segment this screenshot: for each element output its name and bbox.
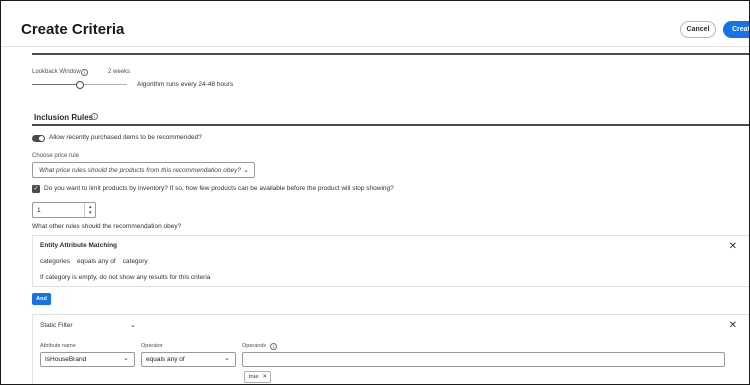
operator-select[interactable]: equals any of ⌄ [141, 352, 236, 367]
attribute-name-select[interactable]: IsHouseBrand ⌄ [40, 352, 135, 367]
toggle-knob [39, 136, 44, 141]
lookback-slider-fill [32, 84, 80, 85]
algorithm-note: Algorithm runs every 24-48 hours [137, 81, 234, 88]
chevron-down-icon: ⌄ [224, 355, 230, 362]
operand-chip: true ✕ [244, 371, 271, 383]
allow-recent-toggle[interactable] [32, 135, 45, 142]
operands-label: Operands [242, 343, 267, 349]
close-icon[interactable]: ✕ [729, 320, 737, 331]
filter-type-label[interactable]: Static Filter [40, 322, 73, 329]
other-rules-label: What other rules should the recommendati… [32, 223, 182, 230]
attribute-name-label: Attribute name [40, 343, 76, 349]
rule-operator: equals any of [77, 258, 116, 265]
limit-inventory-checkbox[interactable]: ✓ [32, 185, 40, 193]
cancel-button[interactable]: Cancel [680, 21, 716, 38]
rule-attribute: categories [40, 258, 70, 265]
section-divider [32, 53, 749, 55]
quantity-stepper[interactable]: ▲ ▼ [84, 203, 96, 217]
lookback-window-label: Lookback Window [32, 69, 81, 75]
chevron-down-icon[interactable]: ⌄ [130, 321, 136, 329]
chevron-up-icon[interactable]: ▲ [88, 204, 92, 209]
attribute-name-value: IsHouseBrand [45, 356, 87, 363]
create-button[interactable]: Create [723, 21, 749, 38]
entity-attribute-matching-card: Entity Attribute Matching ✕ categories e… [32, 235, 749, 287]
allow-recent-label: Allow recently purchased items to be rec… [49, 134, 202, 141]
page-title: Create Criteria [21, 21, 125, 38]
inclusion-rules-title: Inclusion Rules [34, 113, 94, 122]
operator-value: equals any of [146, 356, 185, 363]
inventory-value: 1 [37, 207, 41, 214]
rule-summary: categories equals any of category [40, 258, 148, 265]
rule-value: category [122, 258, 148, 265]
static-filter-card: Static Filter ⌄ ✕ Attribute name IsHouse… [32, 314, 749, 384]
price-rule-placeholder: What price rules should the products fro… [39, 167, 241, 174]
close-icon[interactable]: ✕ [262, 374, 267, 380]
price-rule-select[interactable]: What price rules should the products fro… [32, 162, 255, 178]
operand-chip-label: true [249, 374, 259, 380]
chevron-down-icon: ⌄ [123, 355, 129, 362]
rule-note: If category is empty, do not show any re… [40, 274, 211, 281]
inclusion-rules-heading: Inclusion Rules [34, 113, 93, 122]
inventory-number-field[interactable]: 1 ▲ ▼ [32, 202, 96, 218]
lookback-window-value: 2 weeks [108, 69, 131, 75]
info-icon[interactable]: i [270, 342, 277, 350]
app-window: Create Criteria Cancel Create Lookback W… [0, 0, 750, 385]
limit-inventory-label: Do you want to limit products by invento… [44, 185, 394, 192]
lookback-slider-handle[interactable] [75, 81, 84, 89]
close-icon[interactable]: ✕ [729, 241, 737, 252]
info-icon[interactable]: i [91, 113, 98, 120]
chevron-down-icon[interactable]: ▼ [88, 210, 92, 215]
chevron-down-icon: ⌄ [243, 167, 249, 174]
and-button[interactable]: And [32, 293, 51, 305]
card-title: Entity Attribute Matching [40, 242, 118, 249]
criteria-form: Lookback Window i 2 weeks Algorithm runs… [32, 53, 749, 384]
page-header: Create Criteria Cancel Create [1, 1, 749, 47]
info-icon[interactable]: i [81, 68, 88, 76]
section-divider [32, 124, 749, 126]
operands-input[interactable] [242, 352, 725, 367]
operator-label: Operator [141, 343, 163, 349]
price-rule-label: Choose price rule [32, 153, 80, 159]
